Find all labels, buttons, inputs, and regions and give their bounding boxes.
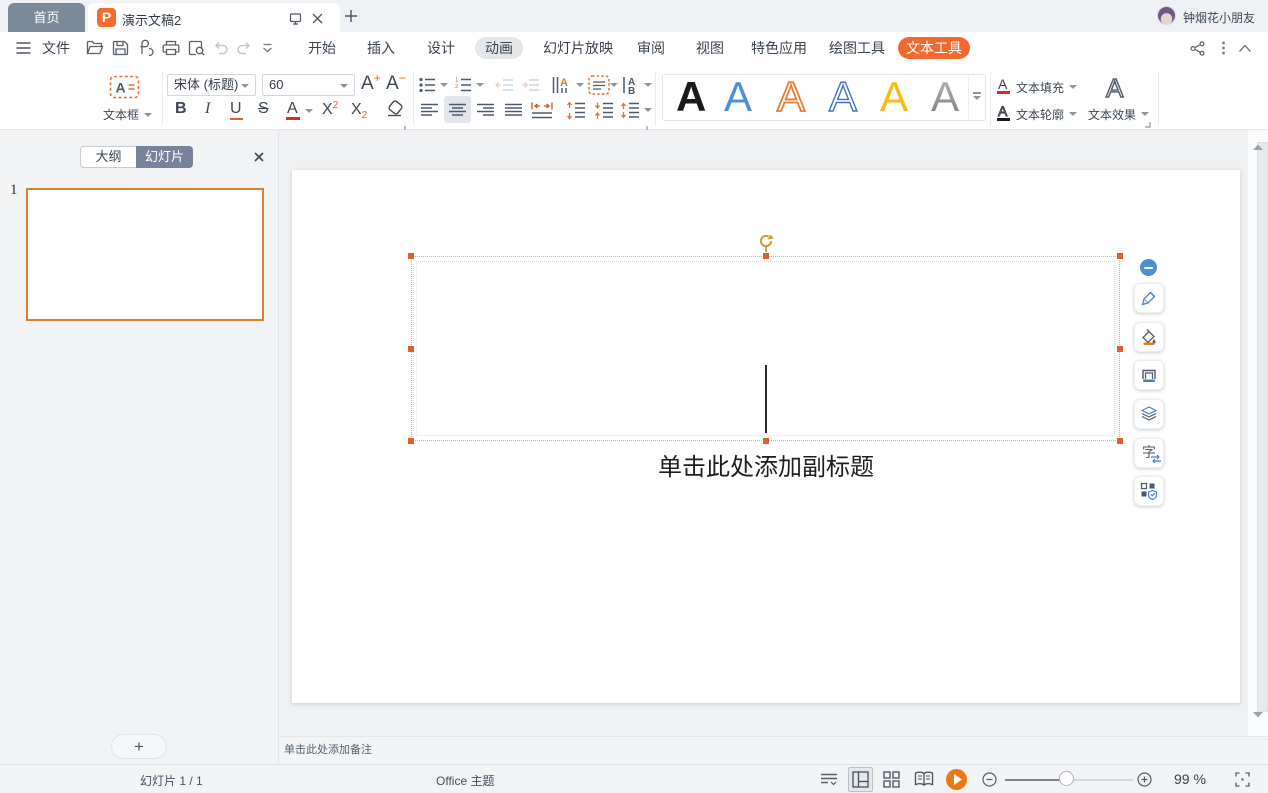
svg-text:B: B (628, 86, 635, 95)
svg-text:A: A (560, 77, 568, 89)
svg-text:A: A (116, 80, 126, 96)
svg-text:2: 2 (455, 84, 459, 90)
